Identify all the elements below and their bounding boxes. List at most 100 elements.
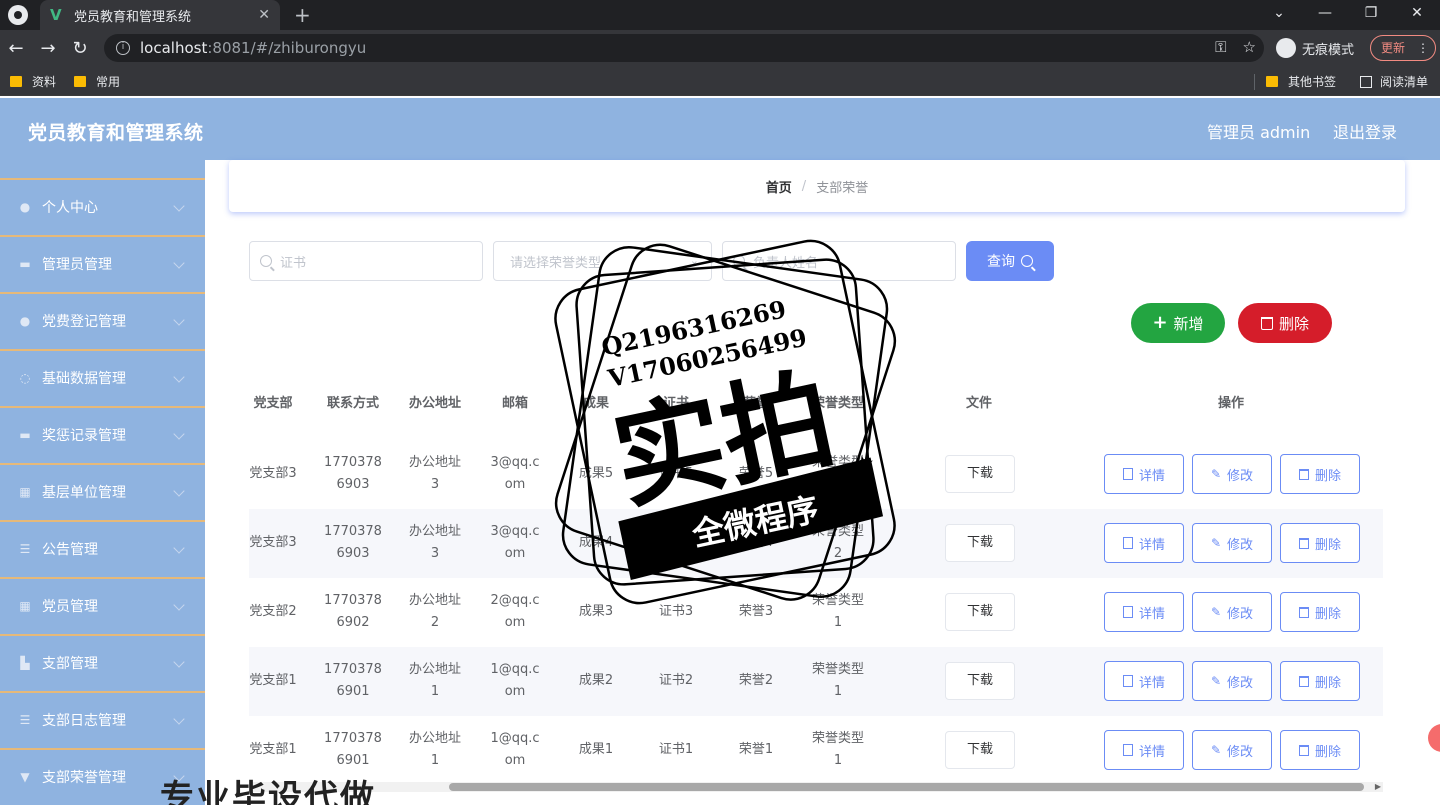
- edit-button[interactable]: ✎ 修改: [1192, 523, 1272, 563]
- download-button[interactable]: 下载: [945, 593, 1015, 631]
- bottom-watermark: 专业毕设代做: [160, 778, 376, 805]
- download-button[interactable]: 下载: [945, 731, 1015, 769]
- certificate-search-input[interactable]: 证书: [249, 241, 483, 281]
- detail-button[interactable]: 详情: [1104, 730, 1184, 770]
- cell-text: 成果3: [578, 604, 614, 619]
- forward-icon[interactable]: →: [32, 38, 64, 59]
- cell-text: 2: [430, 615, 440, 630]
- breadcrumb-home[interactable]: 首页: [766, 177, 792, 196]
- detail-button[interactable]: 详情: [1104, 592, 1184, 632]
- table-cell: 荣誉类型 1: [793, 452, 883, 496]
- button-label: 删除: [1314, 606, 1341, 622]
- cell-text: 荣誉类型: [811, 731, 864, 746]
- detail-button[interactable]: 详情: [1104, 523, 1184, 563]
- sidebar-item[interactable]: ● 党费登记管理: [0, 292, 205, 347]
- other-bookmarks[interactable]: 其他书签: [1266, 73, 1336, 90]
- column-header: 办公地址: [408, 396, 461, 411]
- minimize-icon[interactable]: —: [1302, 0, 1348, 30]
- bookmark-star-icon[interactable]: ☆: [1243, 38, 1256, 56]
- sidebar-item[interactable]: ☰ 支部日志管理: [0, 691, 205, 746]
- bookmark-label: 常用: [96, 75, 121, 89]
- sidebar-item[interactable]: ☰ 公告管理: [0, 520, 205, 575]
- back-icon[interactable]: ←: [0, 38, 32, 59]
- incognito-indicator[interactable]: 无痕模式: [1276, 35, 1354, 61]
- sidebar-item[interactable]: ▦ 党员管理: [0, 577, 205, 632]
- edit-button[interactable]: ✎ 修改: [1192, 454, 1272, 494]
- document-icon: [1122, 675, 1133, 687]
- table-cell: 成果4: [551, 532, 641, 554]
- bookmarks-bar: 资料 常用 其他书签 阅读清单: [0, 66, 1440, 96]
- cell-text: 1770378: [324, 455, 382, 470]
- window-close-icon[interactable]: ✕: [1394, 0, 1440, 30]
- sidebar-item[interactable]: ◌ 基础数据管理: [0, 349, 205, 404]
- edit-button[interactable]: ✎ 修改: [1192, 730, 1272, 770]
- table-cell: 办公地址 3: [390, 521, 480, 565]
- delete-button[interactable]: 删除: [1280, 592, 1360, 632]
- table-row: 党支部1 1770378 6901 办公地址 1 1@qq.c om 成果2 证书2 荣誉2 荣誉类…: [249, 647, 1383, 716]
- sidebar-item-label: 支部荣誉管理: [42, 769, 126, 786]
- detail-button[interactable]: 详情: [1104, 661, 1184, 701]
- tab-search-icon[interactable]: ⌄: [1256, 0, 1302, 30]
- sidebar-item[interactable]: ▦ 基层单位管理: [0, 463, 205, 518]
- cell-text: om: [504, 615, 526, 630]
- reading-list[interactable]: 阅读清单: [1360, 73, 1428, 90]
- scrollbar-thumb[interactable]: [449, 783, 1364, 791]
- key-icon[interactable]: ⚿: [1215, 38, 1226, 56]
- detail-button[interactable]: 详情: [1104, 454, 1184, 494]
- cell-text: 成果2: [578, 673, 614, 688]
- bookmark-folder[interactable]: 资料: [10, 73, 56, 90]
- trophy-icon: ▼: [20, 769, 30, 784]
- sidebar-item[interactable]: ● 个人中心: [0, 178, 205, 233]
- edit-button[interactable]: ✎ 修改: [1192, 661, 1272, 701]
- table-cell: 成果3: [551, 601, 641, 623]
- delete-button[interactable]: 删除: [1280, 454, 1360, 494]
- add-button[interactable]: + 新增: [1131, 303, 1225, 343]
- download-button[interactable]: 下载: [945, 455, 1015, 493]
- sidebar-item[interactable]: ▬ 管理员管理: [0, 235, 205, 290]
- new-tab-icon[interactable]: +: [294, 3, 311, 27]
- cell-text: 1770378: [324, 524, 382, 539]
- delete-button[interactable]: 删除: [1280, 523, 1360, 563]
- query-button[interactable]: 查询: [966, 241, 1054, 281]
- url-bar[interactable]: i localhost :8081/#/zhiburongyu ⚿ ☆: [104, 34, 1264, 62]
- table-cell: 荣誉1: [711, 739, 801, 761]
- cell-text: 1: [833, 477, 843, 492]
- bookmark-folder[interactable]: 常用: [74, 73, 120, 90]
- list-icon: ☰: [19, 712, 31, 727]
- horizontal-scrollbar[interactable]: ▶: [249, 782, 1383, 792]
- table-cell: 党支部1: [228, 739, 318, 761]
- sidebar-item-label: 支部管理: [42, 655, 98, 672]
- logout-link[interactable]: 退出登录: [1333, 119, 1397, 143]
- download-button[interactable]: 下载: [945, 662, 1015, 700]
- edit-button[interactable]: ✎ 修改: [1192, 592, 1272, 632]
- maximize-icon[interactable]: ❐: [1348, 0, 1394, 30]
- delete-button[interactable]: 删除: [1280, 730, 1360, 770]
- tab-close-icon[interactable]: ✕: [258, 7, 270, 23]
- batch-delete-button[interactable]: 删除: [1238, 303, 1332, 343]
- cell-text: 1770378: [324, 593, 382, 608]
- sidebar-item[interactable]: ▬ 奖惩记录管理: [0, 406, 205, 461]
- pencil-icon: ✎: [1210, 605, 1222, 619]
- update-button[interactable]: 更新: [1370, 35, 1436, 61]
- button-label: 修改: [1227, 537, 1254, 553]
- window-controls: ⌄ — ❐ ✕: [1256, 0, 1440, 30]
- folder-icon: [74, 76, 86, 87]
- plus-icon: +: [1152, 312, 1168, 333]
- query-label: 查询: [987, 254, 1015, 270]
- grid-icon: ▦: [19, 484, 31, 499]
- delete-button[interactable]: 删除: [1280, 661, 1360, 701]
- select-placeholder: 请选择荣誉类型: [510, 255, 602, 271]
- browser-tab[interactable]: V 党员教育和管理系统 ✕: [40, 0, 280, 30]
- table-cell: 荣誉类型 1: [793, 590, 883, 634]
- pencil-icon: ✎: [1210, 674, 1222, 688]
- scroll-right-icon[interactable]: ▶: [1375, 782, 1381, 791]
- site-info-icon[interactable]: i: [116, 41, 130, 55]
- person-search-input[interactable]: 负责人姓名: [722, 241, 956, 281]
- reload-icon[interactable]: ↻: [64, 38, 96, 59]
- sidebar-item-label: 支部日志管理: [42, 712, 126, 729]
- download-button[interactable]: 下载: [945, 524, 1015, 562]
- chevron-down-icon: ⌄: [689, 254, 699, 267]
- honor-type-select[interactable]: 请选择荣誉类型 ⌄: [493, 241, 712, 281]
- chevron-down-icon: [173, 542, 185, 554]
- sidebar-item[interactable]: ▙ 支部管理: [0, 634, 205, 689]
